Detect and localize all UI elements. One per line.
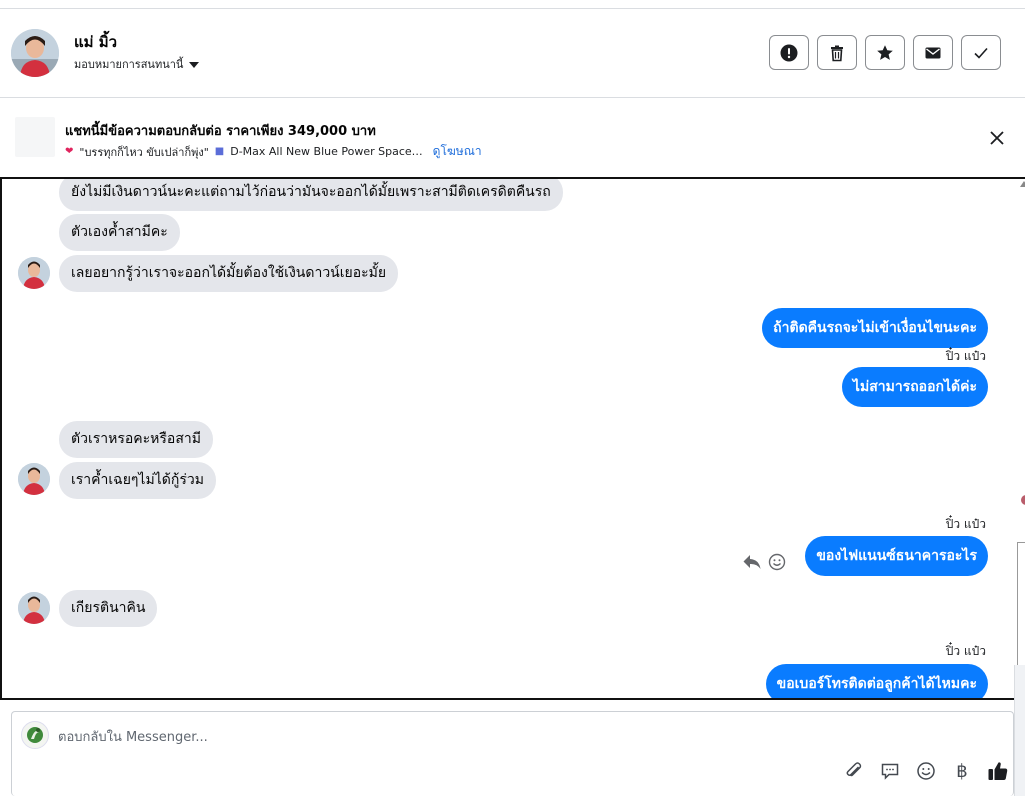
side-panel-frame	[1017, 542, 1025, 667]
contact-name: แม่ มิ้ว	[74, 33, 118, 51]
sender-name: ปิ๋ว แป๋ว	[945, 644, 986, 658]
incoming-message[interactable]: เกียรตินาคิน	[59, 590, 158, 627]
incoming-message[interactable]: ตัวเองค้ำสามีคะ	[59, 214, 180, 251]
right-panel-edge	[1014, 665, 1025, 796]
ad-subtitle: ❤ "บรรทุกก็ไหว ขับเปล่าก็พุ่ง" ■ D-Max A…	[65, 142, 482, 161]
ad-thumbnail	[15, 117, 55, 157]
close-icon	[990, 131, 1004, 145]
outgoing-message[interactable]: ไม่สามารถออกได้ค่ะ	[841, 367, 988, 407]
outgoing-message[interactable]: ถ้าติดคืนรถจะไม่เข้าเงื่อนไขนะคะ	[762, 308, 988, 348]
star-icon	[877, 44, 893, 60]
assign-label: มอบหมายการสนทนานี้	[74, 58, 184, 71]
ad-title: แชทนี้มีข้อความตอบกลับต่อ ราคาเพียง 349,…	[65, 124, 376, 139]
side-avatar	[1021, 495, 1025, 505]
scroll-up-arrow-icon[interactable]	[1020, 181, 1025, 187]
car-icon: ■	[214, 146, 225, 157]
page-avatar	[21, 721, 49, 749]
ad-product: D-Max All New Blue Power Space…	[230, 145, 423, 158]
assign-conversation-dropdown[interactable]: มอบหมายการสนทนานี้	[74, 55, 200, 73]
sender-name: ปิ๋ว แป๋ว	[945, 517, 986, 531]
star-button[interactable]	[865, 35, 905, 70]
sender-name: ปิ๋ว แป๋ว	[945, 349, 986, 363]
paperclip-icon[interactable]	[843, 760, 865, 782]
mark-spam-button[interactable]	[769, 35, 809, 70]
contact-avatar-small	[18, 592, 50, 624]
baht-icon[interactable]: ฿	[951, 760, 973, 782]
incoming-message[interactable]: ยังไม่มีเงินดาวน์นะคะแต่ถามไว้ก่อนว่ามัน…	[59, 179, 563, 211]
mark-done-button[interactable]	[961, 35, 1001, 70]
emoji-icon[interactable]	[915, 760, 937, 782]
ad-quote: "บรรทุกก็ไหว ขับเปล่าก็พุ่ง"	[79, 145, 209, 159]
mark-unread-button[interactable]	[913, 35, 953, 70]
view-ad-link[interactable]: ดูโฆษณา	[433, 142, 482, 161]
saved-replies-icon[interactable]	[879, 760, 901, 782]
check-icon	[974, 47, 988, 59]
message-actions	[742, 553, 786, 571]
heart-icon: ❤	[65, 146, 74, 157]
contact-avatar-small	[18, 463, 50, 495]
react-icon[interactable]	[768, 553, 786, 571]
thumbs-up-icon[interactable]	[987, 760, 1009, 782]
delete-button[interactable]	[817, 35, 857, 70]
reply-composer: ฿	[11, 711, 1014, 796]
conversation-header: แม่ มิ้ว มอบหมายการสนทนานี้	[0, 9, 1025, 98]
incoming-message[interactable]: เลยอยากรู้ว่าเราจะออกได้มั้ยต้องใช้เงินด…	[59, 255, 399, 292]
close-banner-button[interactable]	[986, 127, 1008, 149]
outgoing-message[interactable]: ของไฟแนนซ์ธนาคารอะไร	[805, 536, 988, 576]
contact-avatar-small	[18, 257, 50, 289]
incoming-message[interactable]: เราค้ำเฉยๆไม่ได้กู้ร่วม	[59, 462, 216, 499]
contact-avatar[interactable]	[11, 29, 59, 77]
caret-down-icon	[189, 61, 200, 68]
envelope-icon	[925, 47, 941, 58]
trash-icon	[831, 45, 843, 61]
reply-input[interactable]	[58, 726, 758, 748]
reply-icon[interactable]	[742, 553, 762, 571]
incoming-message[interactable]: ตัวเราหรอคะหรือสามี	[59, 421, 213, 458]
header-actions	[769, 35, 1001, 70]
message-thread[interactable]: ยังไม่มีเงินดาวน์นะคะแต่ถามไว้ก่อนว่ามัน…	[0, 177, 1025, 700]
exclamation-icon	[780, 44, 798, 61]
outgoing-message[interactable]: ขอเบอร์โทรติดต่อลูกค้าได้ไหมคะ	[765, 664, 988, 698]
composer-tools: ฿	[843, 760, 1009, 782]
ad-context-banner: แชทนี้มีข้อความตอบกลับต่อ ราคาเพียง 349,…	[0, 99, 1025, 177]
